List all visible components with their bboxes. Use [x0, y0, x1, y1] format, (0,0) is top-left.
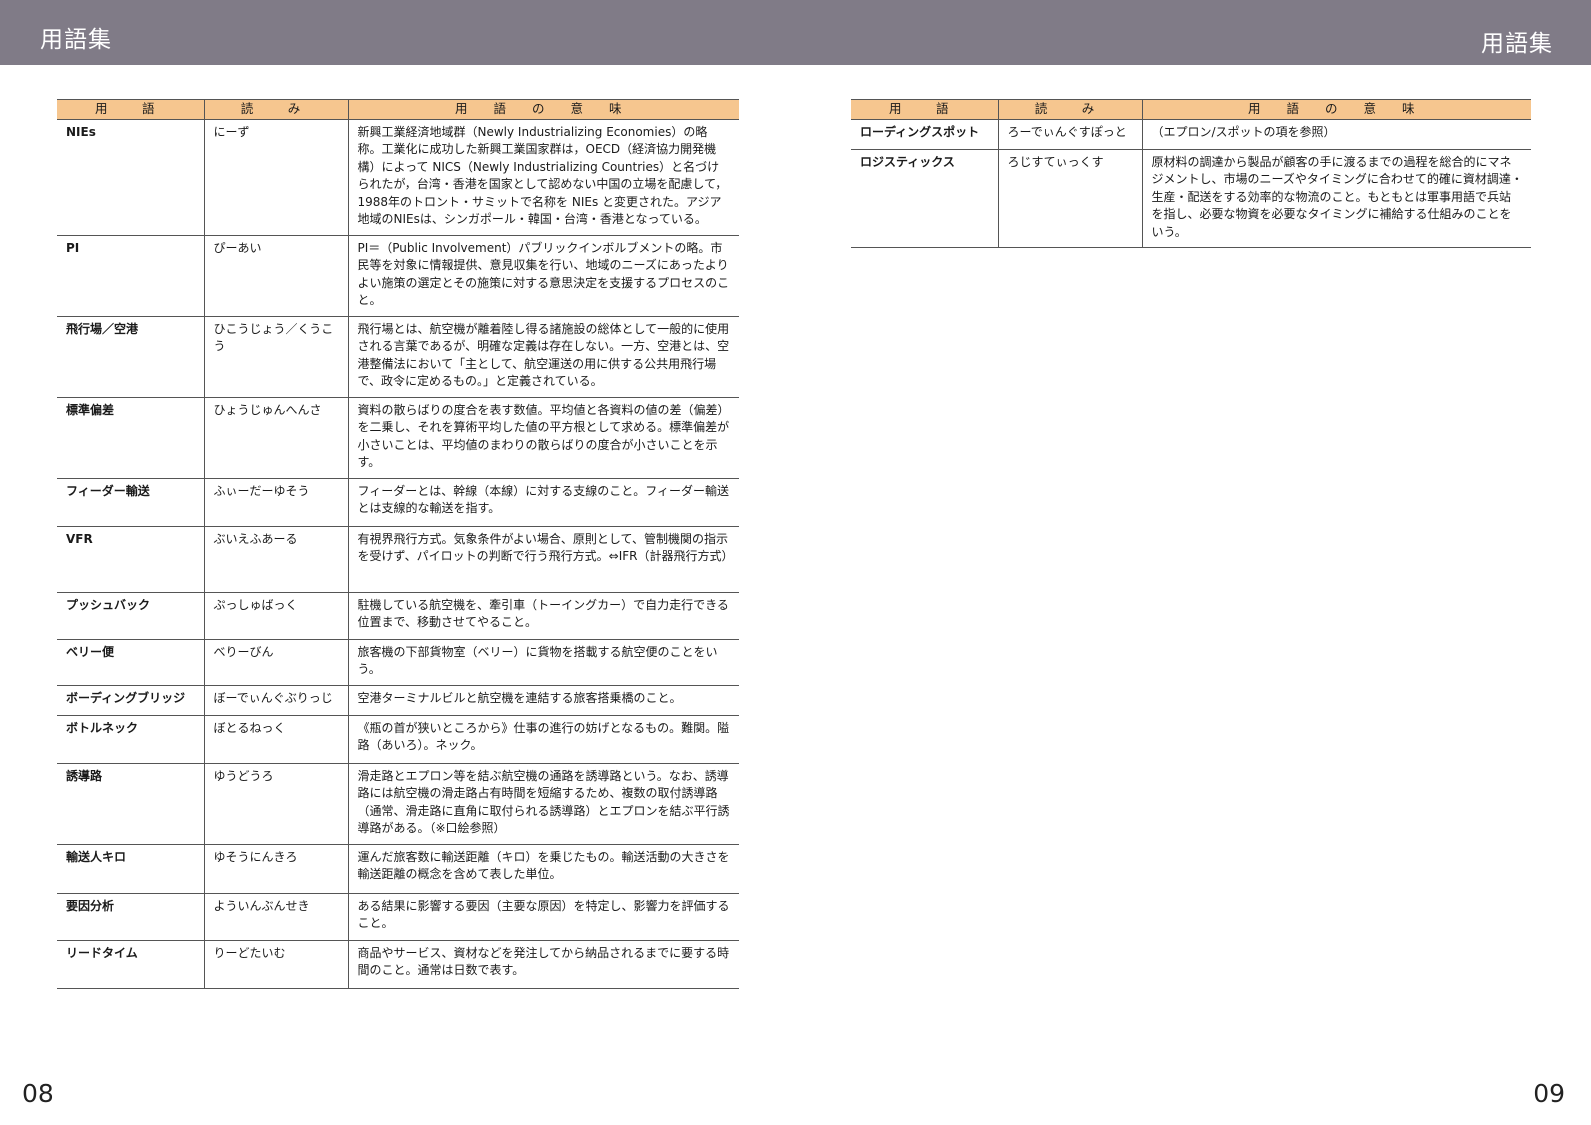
table-header-row: 用 語 読 み 用 語 の 意 味: [57, 99, 739, 120]
meaning-cell: 滑走路とエプロン等を結ぶ航空機の通路を誘導路という。なお、誘導路には航空機の滑走…: [347, 763, 739, 845]
table-header-row: 用 語 読 み 用 語 の 意 味: [851, 99, 1531, 120]
table-row: 輸送人キロ ゆそうにんきろ 運んだ旅客数に輸送距離（キロ）を乗じたもの。輸送活動…: [57, 844, 739, 894]
reading-cell: ぼとるねっく: [203, 715, 348, 764]
meaning-cell: 空港ターミナルビルと航空機を連結する旅客搭乗橋のこと。: [347, 685, 739, 716]
page-number-left: 08: [22, 1079, 54, 1108]
term-cell: ベリー便: [57, 639, 204, 686]
meaning-cell: （エプロン/スポットの項を参照）: [1141, 119, 1531, 150]
table-row: プッシュバック ぷっしゅばっく 駐機している航空機を、牽引車（トーイングカー）で…: [57, 592, 739, 640]
table-row: ロジスティックス ろじすてぃっくす 原材料の調達から製品が顧客の手に渡るまでの過…: [851, 149, 1531, 248]
page-number-right: 09: [1533, 1079, 1565, 1108]
term-cell: リードタイム: [57, 940, 204, 989]
table-row: ベリー便 べりーびん 旅客機の下部貨物室（ベリー）に貨物を搭載する航空便のことを…: [57, 639, 739, 686]
term-cell: ボトルネック: [57, 715, 204, 764]
table-row: VFR ぶいえふあーる 有視界飛行方式。気象条件がよい場合、原則として、管制機関…: [57, 526, 739, 593]
reading-cell: にーず: [203, 119, 348, 236]
term-cell: 飛行場／空港: [57, 316, 204, 398]
reading-cell: ぼーでぃんぐぶりっじ: [203, 685, 348, 716]
table-row: 飛行場／空港 ひこうじょう／くうこう 飛行場とは、航空機が離着陸し得る諸施設の総…: [57, 316, 739, 398]
reading-cell: ろじすてぃっくす: [997, 149, 1142, 248]
term-cell: ボーディングブリッジ: [57, 685, 204, 716]
meaning-cell: 商品やサービス、資材などを発注してから納品されるまでに要する時間のこと。通常は日…: [347, 940, 739, 989]
term-cell: 輸送人キロ: [57, 844, 204, 894]
reading-cell: ゆそうにんきろ: [203, 844, 348, 894]
term-cell: フィーダー輸送: [57, 478, 204, 527]
table-row: ローディングスポット ろーでぃんぐすぽっと （エプロン/スポットの項を参照）: [851, 119, 1531, 150]
reading-cell: ぷっしゅばっく: [203, 592, 348, 640]
reading-cell: ゆうどうろ: [203, 763, 348, 845]
page-title-right: 用語集: [1481, 31, 1553, 57]
table-row: 標準偏差 ひょうじゅんへんさ 資料の散らばりの度合を表す数値。平均値と各資料の値…: [57, 397, 739, 479]
meaning-cell: フィーダーとは、幹線（本線）に対する支線のこと。フィーダー輸送とは支線的な輸送を…: [347, 478, 739, 527]
meaning-cell: 資料の散らばりの度合を表す数値。平均値と各資料の値の差（偏差）を二乗し、それを算…: [347, 397, 739, 479]
table-row: ボーディングブリッジ ぼーでぃんぐぶりっじ 空港ターミナルビルと航空機を連結する…: [57, 685, 739, 716]
meaning-cell: 駐機している航空機を、牽引車（トーイングカー）で自力走行できる位置まで、移動させ…: [347, 592, 739, 640]
reading-cell: よういんぶんせき: [203, 893, 348, 941]
meaning-cell: PI＝（Public Involvement）パブリックインボルブメントの略。市…: [347, 235, 739, 317]
meaning-cell: 《瓶の首が狭いところから》仕事の進行の妨げとなるもの。難関。隘路（あいろ）。ネッ…: [347, 715, 739, 764]
term-cell: VFR: [57, 526, 204, 593]
glossary-table-left: 用 語 読 み 用 語 の 意 味 NIEs にーず 新興工業経済地域群（New…: [57, 99, 739, 989]
term-cell: PI: [57, 235, 204, 317]
column-header-reading: 読 み: [203, 99, 348, 120]
meaning-cell: ある結果に影響する要因（主要な原因）を特定し、影響力を評価すること。: [347, 893, 739, 941]
column-header-reading: 読 み: [997, 99, 1142, 120]
glossary-table-right: 用 語 読 み 用 語 の 意 味 ローディングスポット ろーでぃんぐすぽっと …: [851, 99, 1531, 248]
meaning-cell: 飛行場とは、航空機が離着陸し得る諸施設の総体として一般的に使用される言葉であるが…: [347, 316, 739, 398]
column-header-meaning: 用 語 の 意 味: [347, 99, 739, 120]
meaning-cell: 運んだ旅客数に輸送距離（キロ）を乗じたもの。輸送活動の大きさを輸送距離の概念を含…: [347, 844, 739, 894]
table-row: 要因分析 よういんぶんせき ある結果に影響する要因（主要な原因）を特定し、影響力…: [57, 893, 739, 941]
term-cell: 要因分析: [57, 893, 204, 941]
table-row: 誘導路 ゆうどうろ 滑走路とエプロン等を結ぶ航空機の通路を誘導路という。なお、誘…: [57, 763, 739, 845]
term-cell: 誘導路: [57, 763, 204, 845]
table-row: リードタイム りーどたいむ 商品やサービス、資材などを発注してから納品されるまで…: [57, 940, 739, 989]
reading-cell: ぶいえふあーる: [203, 526, 348, 593]
meaning-cell: 有視界飛行方式。気象条件がよい場合、原則として、管制機関の指示を受けず、パイロッ…: [347, 526, 739, 593]
reading-cell: ひこうじょう／くうこう: [203, 316, 348, 398]
reading-cell: べりーびん: [203, 639, 348, 686]
meaning-cell: 新興工業経済地域群（Newly Industrializing Economie…: [347, 119, 739, 236]
reading-cell: ふぃーだーゆそう: [203, 478, 348, 527]
header-band: [0, 0, 1591, 65]
table-row: ボトルネック ぼとるねっく 《瓶の首が狭いところから》仕事の進行の妨げとなるもの…: [57, 715, 739, 764]
table-row: フィーダー輸送 ふぃーだーゆそう フィーダーとは、幹線（本線）に対する支線のこと…: [57, 478, 739, 527]
reading-cell: ひょうじゅんへんさ: [203, 397, 348, 479]
reading-cell: ぴーあい: [203, 235, 348, 317]
reading-cell: りーどたいむ: [203, 940, 348, 989]
page-title-left: 用語集: [40, 27, 112, 53]
reading-cell: ろーでぃんぐすぽっと: [997, 119, 1142, 150]
term-cell: 標準偏差: [57, 397, 204, 479]
term-cell: プッシュバック: [57, 592, 204, 640]
meaning-cell: 旅客機の下部貨物室（ベリー）に貨物を搭載する航空便のことをいう。: [347, 639, 739, 686]
term-cell: ローディングスポット: [851, 119, 998, 150]
table-row: PI ぴーあい PI＝（Public Involvement）パブリックインボル…: [57, 235, 739, 317]
meaning-cell: 原材料の調達から製品が顧客の手に渡るまでの過程を総合的にマネジメントし、市場のニ…: [1141, 149, 1531, 248]
term-cell: NIEs: [57, 119, 204, 236]
table-row: NIEs にーず 新興工業経済地域群（Newly Industrializing…: [57, 119, 739, 236]
column-header-term: 用 語: [851, 99, 998, 120]
column-header-term: 用 語: [57, 99, 204, 120]
term-cell: ロジスティックス: [851, 149, 998, 248]
column-header-meaning: 用 語 の 意 味: [1141, 99, 1531, 120]
